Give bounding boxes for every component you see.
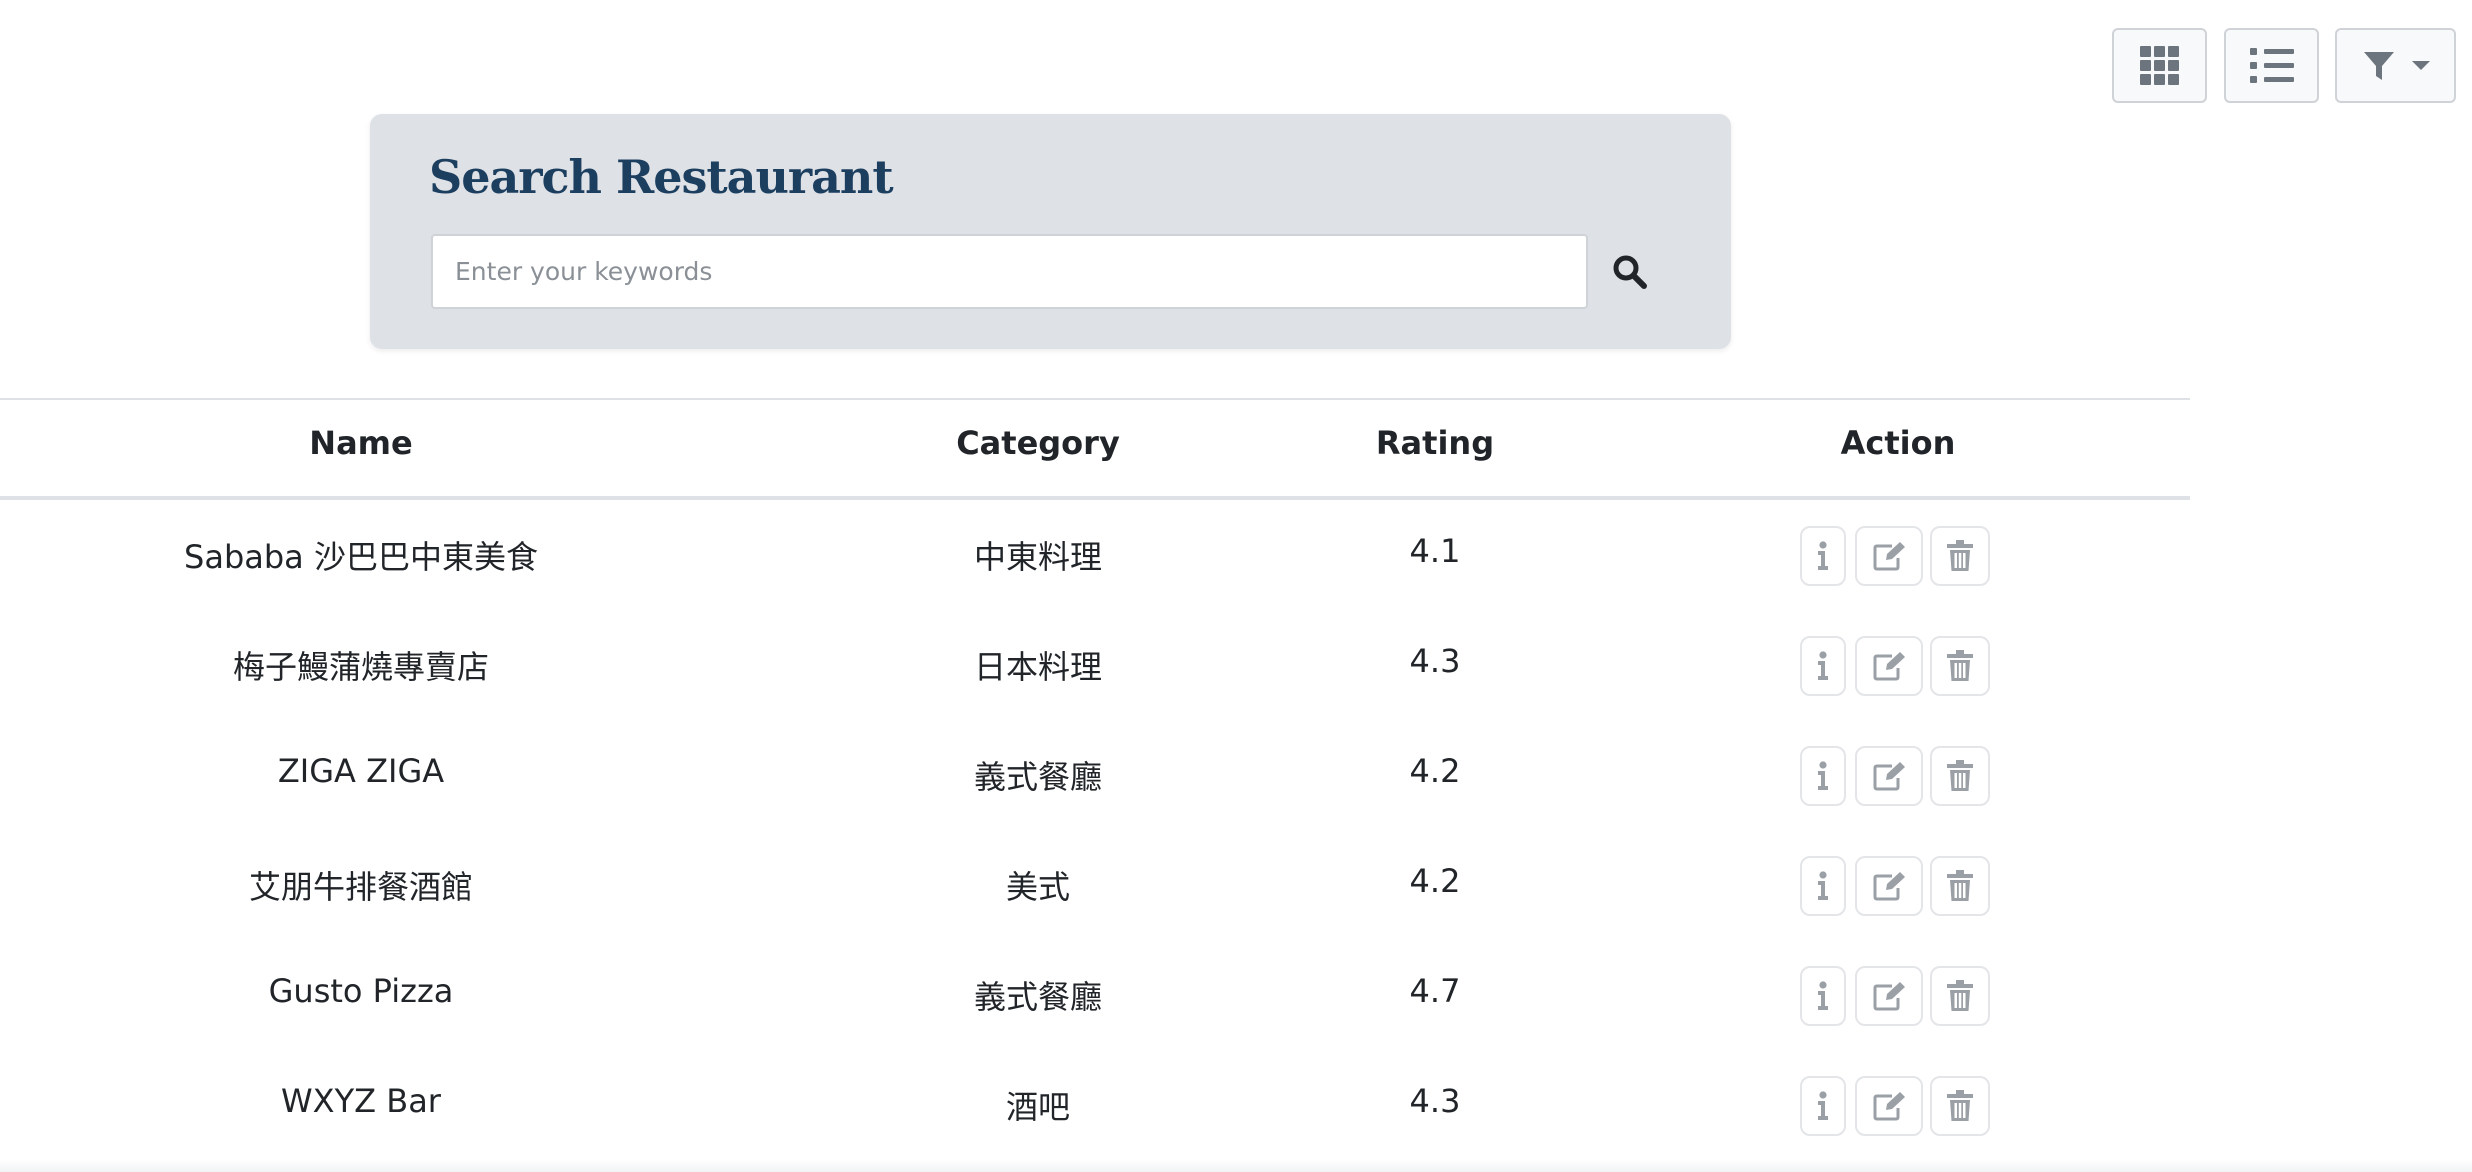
- edit-button[interactable]: [1855, 746, 1923, 806]
- grid-icon: [2140, 46, 2179, 85]
- restaurant-rating: 4.2: [1409, 862, 1461, 900]
- info-icon: [1818, 871, 1828, 900]
- search-input[interactable]: [431, 234, 1588, 309]
- filter-icon: [2363, 51, 2394, 80]
- trash-icon: [1947, 1090, 1973, 1121]
- restaurant-category: 義式餐廳: [973, 758, 1103, 796]
- column-header-rating: Rating: [1375, 424, 1495, 462]
- restaurant-rating: 4.3: [1409, 642, 1461, 680]
- info-button[interactable]: [1800, 636, 1846, 696]
- search-title: Search Restaurant: [429, 150, 894, 204]
- restaurant-category: 美式: [1005, 868, 1071, 906]
- delete-button[interactable]: [1930, 526, 1990, 586]
- table-row: Sababa 沙巴巴中東美食 中東料理 4.1: [0, 500, 2190, 610]
- edit-button[interactable]: [1855, 1076, 1923, 1136]
- edit-button[interactable]: [1855, 856, 1923, 916]
- restaurant-category: 義式餐廳: [973, 978, 1103, 1016]
- filter-dropdown-button[interactable]: [2335, 28, 2456, 103]
- restaurant-name: Gusto Pizza: [268, 972, 454, 1010]
- edit-button[interactable]: [1855, 636, 1923, 696]
- info-icon: [1818, 1091, 1828, 1120]
- trash-icon: [1947, 760, 1973, 791]
- info-icon: [1818, 651, 1828, 680]
- restaurant-name: WXYZ Bar: [281, 1082, 441, 1120]
- trash-icon: [1947, 540, 1973, 571]
- page-bottom-edge: [0, 1160, 2472, 1172]
- trash-icon: [1947, 980, 1973, 1011]
- delete-button[interactable]: [1930, 746, 1990, 806]
- restaurant-name: 艾朋牛排餐酒館: [248, 868, 474, 906]
- edit-icon: [1873, 872, 1905, 901]
- edit-icon: [1873, 542, 1905, 571]
- caret-down-icon: [2411, 61, 2430, 70]
- info-icon: [1818, 981, 1828, 1010]
- restaurant-rating: 4.1: [1409, 532, 1461, 570]
- restaurant-name: 梅子鰻蒲燒專賣店: [232, 648, 490, 686]
- delete-button[interactable]: [1930, 636, 1990, 696]
- info-icon: [1818, 541, 1828, 570]
- edit-button[interactable]: [1855, 966, 1923, 1026]
- restaurant-name: Sababa 沙巴巴中東美食: [184, 538, 538, 576]
- edit-icon: [1873, 762, 1905, 791]
- column-header-action: Action: [1840, 424, 1956, 462]
- list-view-button[interactable]: [2224, 28, 2319, 103]
- table-row: ZIGA ZIGA 義式餐廳 4.2: [0, 720, 2190, 830]
- search-button[interactable]: [1602, 244, 1658, 300]
- table-divider-top: [0, 398, 2190, 400]
- delete-button[interactable]: [1930, 966, 1990, 1026]
- edit-icon: [1873, 1092, 1905, 1121]
- table-row: 艾朋牛排餐酒館 美式 4.2: [0, 830, 2190, 940]
- list-icon: [2249, 48, 2294, 83]
- edit-icon: [1873, 982, 1905, 1011]
- restaurant-category: 日本料理: [973, 648, 1103, 686]
- restaurant-name: ZIGA ZIGA: [277, 752, 445, 790]
- info-icon: [1818, 761, 1828, 790]
- table-row: Gusto Pizza 義式餐廳 4.7: [0, 940, 2190, 1050]
- column-header-category: Category: [956, 424, 1120, 462]
- delete-button[interactable]: [1930, 1076, 1990, 1136]
- restaurant-rating: 4.2: [1409, 752, 1461, 790]
- restaurant-rating: 4.3: [1409, 1082, 1461, 1120]
- restaurant-category: 酒吧: [1005, 1088, 1071, 1126]
- info-button[interactable]: [1800, 856, 1846, 916]
- search-icon: [1613, 255, 1647, 289]
- restaurant-category: 中東料理: [973, 538, 1103, 576]
- trash-icon: [1947, 870, 1973, 901]
- table-row: 梅子鰻蒲燒專賣店 日本料理 4.3: [0, 610, 2190, 720]
- info-button[interactable]: [1800, 1076, 1846, 1136]
- edit-button[interactable]: [1855, 526, 1923, 586]
- column-header-name: Name: [309, 424, 413, 462]
- restaurant-rating: 4.7: [1409, 972, 1461, 1010]
- search-panel: Search Restaurant: [370, 114, 1731, 349]
- info-button[interactable]: [1800, 966, 1846, 1026]
- trash-icon: [1947, 650, 1973, 681]
- table-row: WXYZ Bar 酒吧 4.3: [0, 1050, 2190, 1160]
- edit-icon: [1873, 652, 1905, 681]
- grid-view-button[interactable]: [2112, 28, 2207, 103]
- info-button[interactable]: [1800, 526, 1846, 586]
- delete-button[interactable]: [1930, 856, 1990, 916]
- info-button[interactable]: [1800, 746, 1846, 806]
